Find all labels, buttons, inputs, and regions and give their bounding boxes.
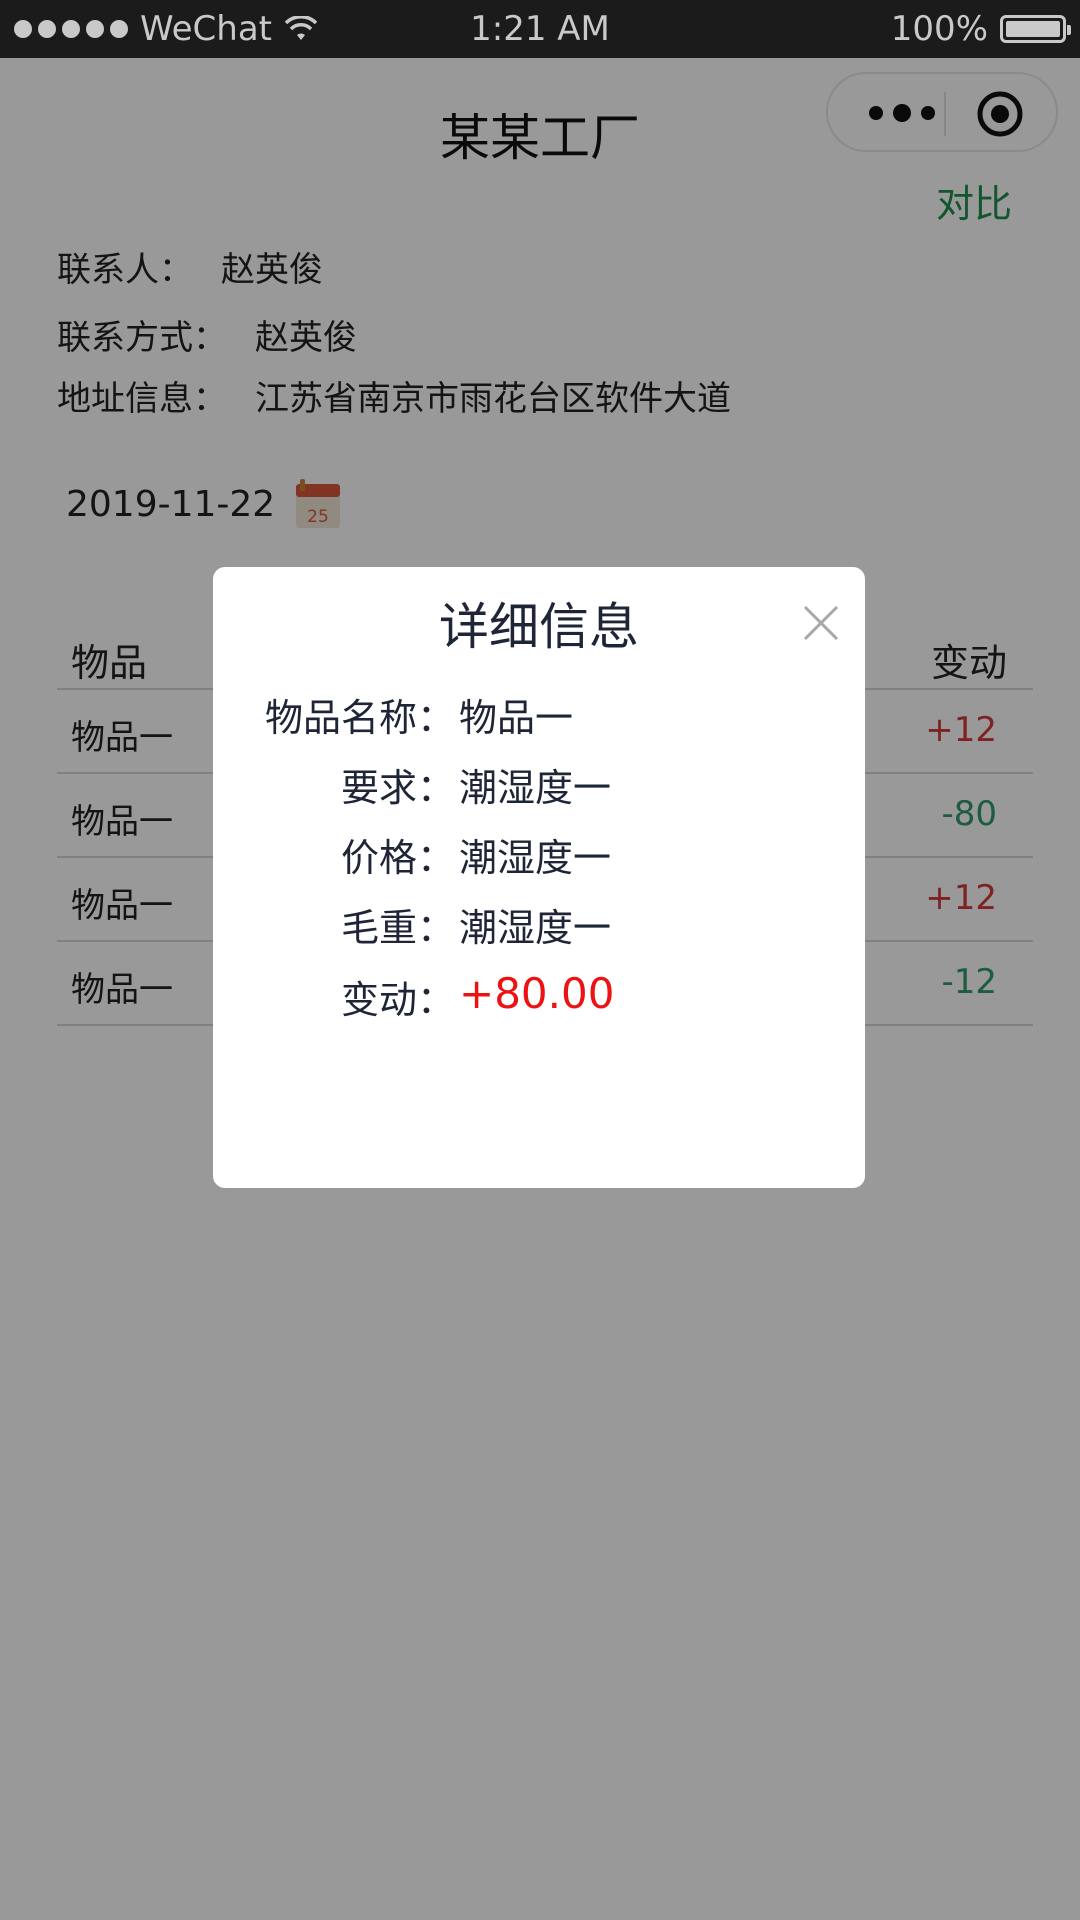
modal-title: 详细信息 — [439, 598, 639, 656]
battery-icon — [1000, 15, 1071, 43]
field-label: 变动： — [340, 978, 455, 1022]
status-right: 100% — [890, 9, 1071, 49]
field-label: 价格： — [340, 836, 455, 880]
field-item-name: 物品名称： 物品一 — [213, 687, 865, 743]
field-value: 物品一 — [459, 696, 574, 740]
field-gross-weight: 毛重： 潮湿度一 — [213, 897, 865, 953]
close-icon[interactable] — [801, 603, 841, 643]
field-value: 潮湿度一 — [459, 836, 612, 880]
battery-percent: 100% — [890, 9, 988, 49]
field-label: 毛重： — [340, 906, 455, 950]
field-label: 要求： — [340, 766, 455, 810]
field-label: 物品名称： — [264, 696, 455, 740]
status-bar: WeChat 1:21 AM 100% — [0, 0, 1080, 58]
detail-modal: 详细信息 物品名称： 物品一 要求： 潮湿度一 价格： 潮湿度一 毛重： 潮湿度… — [213, 567, 865, 1188]
field-value: 潮湿度一 — [459, 766, 612, 810]
field-change: 变动： +80.00 — [213, 969, 865, 1025]
field-value: 潮湿度一 — [459, 906, 612, 950]
field-value-change: +80.00 — [459, 969, 615, 1018]
field-requirement: 要求： 潮湿度一 — [213, 757, 865, 813]
field-price: 价格： 潮湿度一 — [213, 827, 865, 883]
